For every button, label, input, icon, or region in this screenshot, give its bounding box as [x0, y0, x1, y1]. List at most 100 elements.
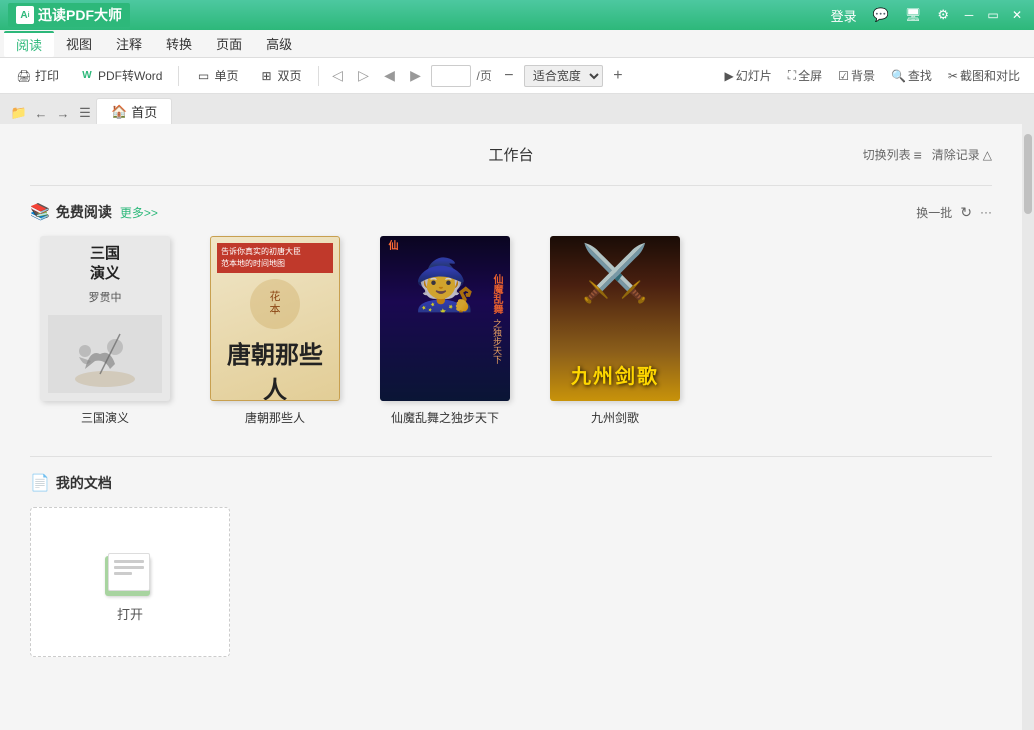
- double-label: 双页: [278, 67, 302, 84]
- refresh-batch-button[interactable]: 换一批: [916, 204, 952, 221]
- zoom-select[interactable]: 适合宽度 适合页面 75% 100% 125% 150%: [524, 65, 603, 87]
- scrollbar-thumb[interactable]: [1024, 134, 1032, 214]
- open-label: 打开: [117, 604, 143, 623]
- tab-menu-button[interactable]: ☰: [74, 102, 96, 124]
- menu-read[interactable]: 阅读: [4, 31, 54, 57]
- crop-button[interactable]: ✂ 截图和对比: [942, 64, 1026, 87]
- separator-2: [318, 66, 319, 86]
- app-logo: Ai 迅读PDF大师: [8, 3, 130, 27]
- fullscreen-button[interactable]: ⛶ 全屏: [782, 64, 828, 87]
- print-label: 打印: [35, 67, 59, 84]
- book-icon: 📚: [30, 202, 50, 222]
- cover-3-badge: 仙: [384, 240, 399, 250]
- print-button[interactable]: 🖨 打印: [8, 64, 67, 87]
- minimize-button[interactable]: ─: [960, 6, 978, 24]
- page-unit: /页: [477, 67, 492, 84]
- main-area: 工作台 切换列表 ≡ 清除记录 △ 📚 免费阅读 更多>> 换一批 ↻ ··: [0, 124, 1034, 730]
- clear-icon: △: [983, 148, 992, 162]
- cover-3-figure: 🧙: [414, 256, 476, 315]
- settings-icon[interactable]: ⚙: [932, 5, 954, 25]
- tab-bar: 📁 ← → ☰ 🏠 首页: [0, 94, 1034, 124]
- separator-1: [178, 66, 179, 86]
- login-button[interactable]: 登录: [826, 4, 862, 27]
- find-button[interactable]: 🔍 查找: [885, 64, 938, 87]
- switch-view-button[interactable]: 切换列表 ≡: [863, 146, 922, 163]
- book-cover-4: ⚔️ 九州剑歌: [550, 236, 680, 401]
- workspace-header: 工作台 切换列表 ≡ 清除记录 △: [30, 144, 992, 165]
- more-options-button[interactable]: ···: [980, 205, 992, 219]
- home-tab-label: 首页: [131, 102, 157, 121]
- menu-bar: 阅读 视图 注释 转换 页面 高级: [0, 30, 1034, 58]
- list-icon: ≡: [914, 147, 922, 163]
- open-file-button[interactable]: 打开: [30, 507, 230, 657]
- bg-label: 背景: [851, 67, 875, 84]
- book-cover-2: 告诉你真实的初唐大臣范本地的时间地图 花本 唐朝那些人: [210, 236, 340, 401]
- free-reading-title: 免费阅读: [56, 202, 112, 222]
- cover-1-art: [48, 315, 162, 393]
- bg-icon: ☑: [838, 69, 849, 83]
- open-file-icon-container: [100, 541, 160, 596]
- cover-1-title: 三国演义: [90, 244, 120, 283]
- home-tab[interactable]: 🏠 首页: [96, 98, 172, 124]
- close-button[interactable]: ✕: [1008, 6, 1026, 24]
- menu-annotate[interactable]: 注释: [104, 31, 154, 57]
- go-back-button[interactable]: ◀: [379, 65, 401, 87]
- menu-convert[interactable]: 转换: [154, 31, 204, 57]
- pdf-word-icon: W: [79, 68, 95, 84]
- pdf-to-word-button[interactable]: W PDF转Word: [71, 64, 170, 87]
- book-cover-3: 仙 🧙 仙魔乱舞 之独步天下: [380, 236, 510, 401]
- my-docs-header: 📄 我的文档: [30, 473, 992, 493]
- cover-1-subtitle: 罗贯中: [89, 289, 122, 305]
- fullscreen-icon: ⛶: [788, 68, 796, 83]
- page-input[interactable]: [431, 65, 471, 87]
- cover-2-badge: 花本: [250, 279, 300, 329]
- menu-view[interactable]: 视图: [54, 31, 104, 57]
- prev-page-button[interactable]: ◁: [327, 65, 349, 87]
- slideshow-label: 幻灯片: [736, 67, 772, 84]
- free-reading-header: 📚 免费阅读 更多>> 换一批 ↻ ···: [30, 202, 992, 222]
- app-name: 迅读PDF大师: [38, 5, 122, 25]
- slideshow-button[interactable]: ▶ 幻灯片: [719, 64, 778, 87]
- double-page-button[interactable]: ⊞ 双页: [251, 64, 310, 87]
- feedback-icon[interactable]: 💬: [868, 5, 894, 25]
- divider-1: [30, 185, 992, 186]
- clear-records-label: 清除记录: [932, 146, 980, 163]
- clear-records-button[interactable]: 清除记录 △: [932, 146, 992, 163]
- menu-page[interactable]: 页面: [204, 31, 254, 57]
- book-item-1[interactable]: 三国演义 罗贯中: [30, 236, 180, 426]
- docs-icon: 📄: [30, 473, 50, 493]
- book-item-2[interactable]: 告诉你真实的初唐大臣范本地的时间地图 花本 唐朝那些人 唐朝那些人: [200, 236, 350, 426]
- cover-4-title-text: 九州剑歌: [550, 360, 680, 389]
- cover-2-red-box: 告诉你真实的初唐大臣范本地的时间地图: [217, 243, 333, 273]
- book-cover-1: 三国演义 罗贯中: [40, 236, 170, 401]
- crop-icon: ✂: [948, 69, 958, 83]
- book-title-3: 仙魔乱舞之独步天下: [391, 409, 499, 426]
- book-item-3[interactable]: 仙 🧙 仙魔乱舞 之独步天下 仙魔乱舞之独步天下: [370, 236, 520, 426]
- restore-button[interactable]: ▭: [984, 6, 1002, 24]
- zoom-out-button[interactable]: −: [498, 65, 520, 87]
- book-title-1: 三国演义: [81, 409, 129, 426]
- single-page-button[interactable]: ▭ 单页: [187, 64, 246, 87]
- scrollbar[interactable]: [1022, 124, 1034, 730]
- bg-button[interactable]: ☑ 背景: [832, 64, 881, 87]
- screen-icon[interactable]: 🖥: [900, 5, 927, 25]
- book-title-4: 九州剑歌: [591, 409, 639, 426]
- cover-4-figure: ⚔️: [581, 241, 649, 306]
- go-forward-button[interactable]: ▶: [405, 65, 427, 87]
- section-right-actions: 换一批 ↻ ···: [916, 204, 992, 221]
- workspace-title: 工作台: [488, 144, 533, 165]
- divider-2: [30, 456, 992, 457]
- book-item-4[interactable]: ⚔️ 九州剑歌 九州剑歌: [540, 236, 690, 426]
- tab-back-button[interactable]: ←: [30, 102, 52, 124]
- menu-advanced[interactable]: 高级: [254, 31, 304, 57]
- tab-folder-icon[interactable]: 📁: [8, 102, 30, 124]
- tab-forward-button[interactable]: →: [52, 102, 74, 124]
- cover-3-title-vertical: 仙魔乱舞 之独步天下: [489, 246, 504, 391]
- double-page-icon: ⊞: [259, 68, 275, 84]
- next-page-button[interactable]: ▷: [353, 65, 375, 87]
- more-link[interactable]: 更多>>: [120, 204, 158, 221]
- zoom-in-button[interactable]: +: [607, 65, 629, 87]
- pdf-word-label: PDF转Word: [98, 67, 162, 84]
- cover-2-title-text: 唐朝那些人: [217, 335, 333, 401]
- refresh-icon[interactable]: ↻: [960, 204, 972, 221]
